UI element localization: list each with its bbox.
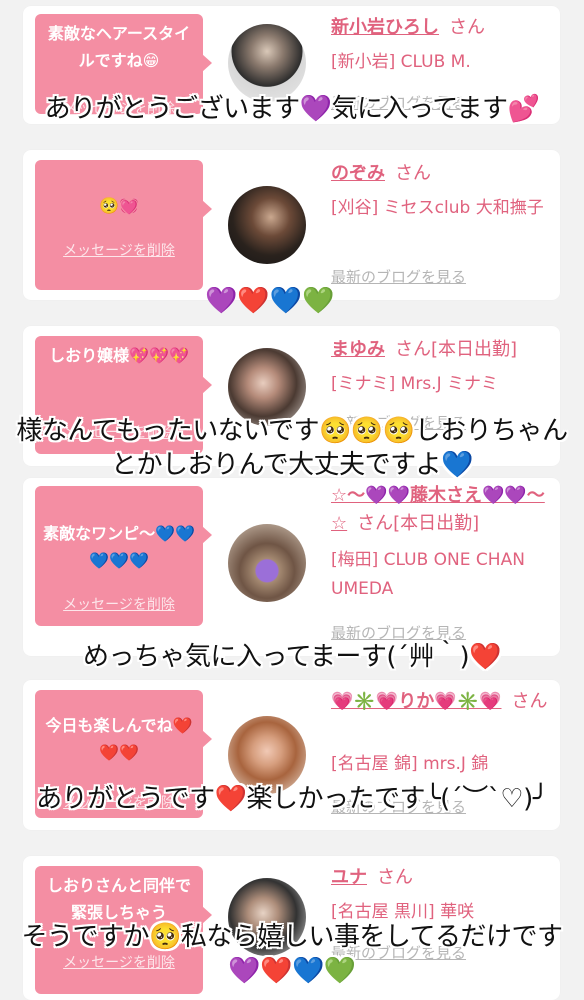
- honorific-text: さん: [449, 17, 485, 38]
- delete-message-link[interactable]: メッセージを削除: [35, 592, 203, 619]
- delete-message-link[interactable]: メッセージを削除: [35, 238, 203, 265]
- profile-name-line: 💗✳️💗りか💗✳️💗 さん: [331, 688, 556, 716]
- profile-name-line: ☆〜💜💜藤木さえ💜💜〜☆ さん[本日出勤]: [331, 482, 556, 538]
- shop-name: [新小岩] CLUB M.: [331, 52, 471, 72]
- profile-name-line: まゆみ さん[本日出勤]: [331, 336, 556, 364]
- reply-caption: ありがとうです❤️楽しかったです╰(´︶`♡)╯: [36, 784, 548, 814]
- message-text: 素敵なワンピ〜💙💙💙💙💙: [43, 524, 195, 570]
- shop-name: [名古屋 錦] mrs.J 錦: [331, 754, 489, 774]
- honorific-text: さん: [395, 163, 431, 184]
- shop-name: [刈谷] ミセスclub 大和撫子: [331, 198, 544, 218]
- reply-caption: 様なんてもったいないです🥺🥺🥺しおりちゃんとかしおりんで大丈夫ですよ💙: [16, 416, 568, 480]
- honorific-text: さん: [357, 513, 394, 534]
- avatar[interactable]: [228, 24, 306, 102]
- reply-caption: そうですか🥺私なら嬉しい事をしてるだけです💜❤️💙💚: [21, 922, 563, 986]
- status-text: [本日出勤]: [431, 339, 518, 360]
- honorific-text: さん: [511, 691, 548, 712]
- shop-name: [梅田] CLUB ONE CHAN UMEDA: [331, 550, 525, 599]
- message-text: 今日も楽しんでね❤️❤️❤️: [45, 716, 193, 762]
- message-card: 素敵なワンピ〜💙💙💙💙💙 メッセージを削除 ☆〜💜💜藤木さえ💜💜〜☆ さん[本日出…: [23, 478, 560, 656]
- profile-name-link[interactable]: まゆみ: [331, 339, 385, 360]
- honorific-text: さん: [395, 339, 431, 360]
- reply-caption: めっちゃ気に入ってまーす(´艸｀)❤️: [82, 642, 502, 672]
- profile-name-line: のぞみ さん: [331, 160, 556, 188]
- status-text: [本日出勤]: [393, 513, 480, 534]
- message-text: 🥺💓: [99, 196, 139, 215]
- profile-name-line: ユナ さん: [331, 864, 556, 892]
- avatar[interactable]: [228, 186, 306, 264]
- avatar[interactable]: [228, 524, 306, 602]
- message-text: しおり嬢様💖💖💖: [49, 346, 189, 365]
- message-text: しおりさんと同伴で緊張しちゃう: [46, 876, 191, 922]
- profile-name-line: 新小岩ひろし さん: [331, 14, 556, 42]
- message-bubble: 🥺💓 メッセージを削除: [35, 160, 212, 290]
- message-card: 🥺💓 メッセージを削除 のぞみ さん [刈谷] ミセスclub 大和撫子 最新のブ…: [23, 150, 560, 300]
- profile-name-link[interactable]: 💗✳️💗りか💗✳️💗: [331, 691, 501, 712]
- profile-name-link[interactable]: のぞみ: [331, 163, 385, 184]
- profile-name-link[interactable]: ユナ: [331, 867, 367, 888]
- reply-emoji-caption: 💜❤️💙💚: [205, 286, 335, 316]
- message-text: 素敵なヘアースタイルですね😁: [47, 24, 191, 70]
- shop-name: [ミナミ] Mrs.J ミナミ: [331, 374, 499, 394]
- profile-name-link[interactable]: 新小岩ひろし: [331, 17, 439, 38]
- honorific-text: さん: [377, 867, 413, 888]
- reply-caption: ありがとうございます💜気に入ってます💕: [44, 94, 540, 124]
- message-bubble: 素敵なワンピ〜💙💙💙💙💙 メッセージを削除: [35, 486, 212, 626]
